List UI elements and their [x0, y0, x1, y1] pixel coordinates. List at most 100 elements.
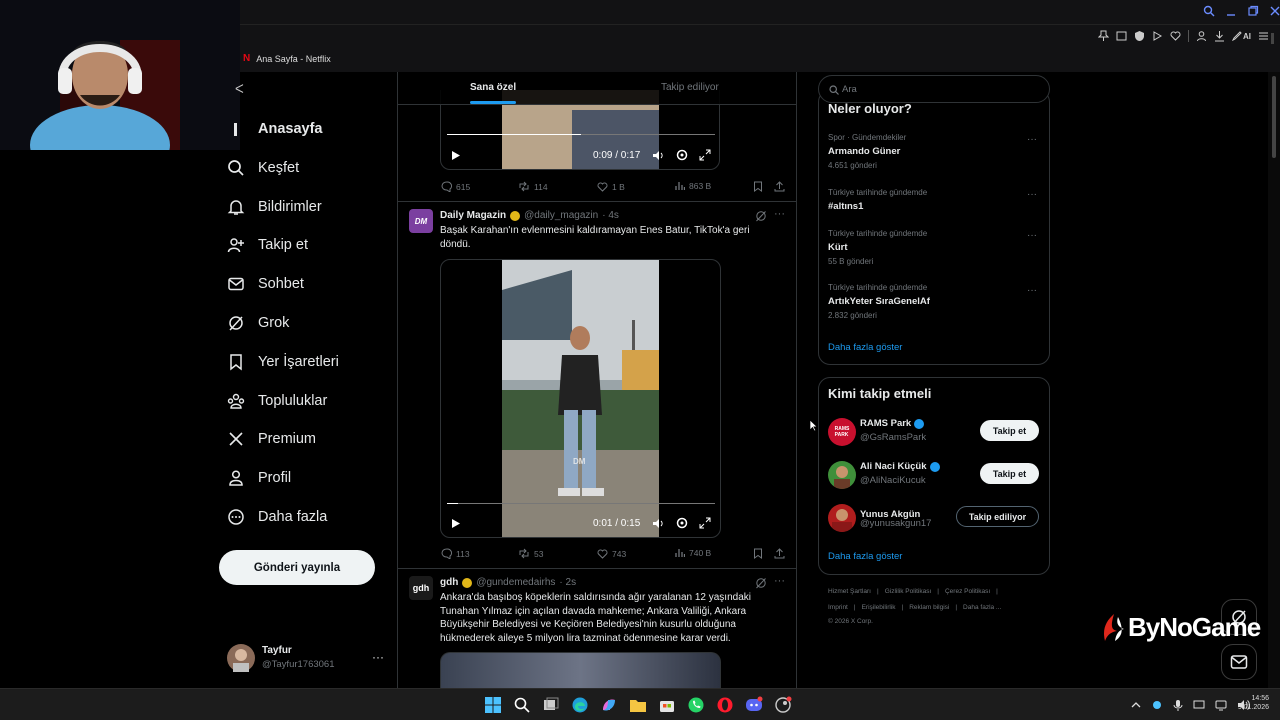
more-dots-icon[interactable]: ···: [1027, 189, 1037, 200]
nav-notifications[interactable]: Bildirimler: [222, 189, 392, 225]
edge-icon[interactable]: [571, 696, 589, 714]
footer-link[interactable]: Gizlilik Politikası: [885, 588, 932, 595]
nav-premium[interactable]: Premium: [222, 421, 392, 457]
chevron-up-icon[interactable]: [1131, 700, 1141, 710]
fullscreen-icon[interactable]: [699, 517, 711, 529]
post-button[interactable]: Gönderi yayınla: [219, 550, 375, 585]
play-icon[interactable]: [451, 150, 461, 161]
nav-explore[interactable]: Keşfet: [222, 150, 392, 186]
scrollbar[interactable]: [1268, 72, 1280, 688]
footer-link[interactable]: Reklam bilgisi: [909, 604, 949, 611]
nav-bookmarks[interactable]: Yer İşaretleri: [222, 344, 392, 380]
nav-grok[interactable]: Grok: [222, 305, 392, 341]
restore-icon[interactable]: [1247, 5, 1259, 17]
more-dots-icon[interactable]: ···: [1027, 230, 1037, 241]
network-icon[interactable]: [1215, 699, 1227, 711]
shield-icon[interactable]: [1134, 30, 1145, 42]
bookmark-icon[interactable]: [753, 548, 763, 559]
steam-icon[interactable]: [774, 696, 792, 714]
views-button[interactable]: 863 B: [675, 181, 711, 191]
footer-link[interactable]: Çerez Politikası: [945, 588, 990, 595]
share-icon[interactable]: [774, 548, 785, 559]
opera-icon[interactable]: [716, 696, 734, 714]
footer-link[interactable]: Daha fazla ...: [963, 604, 1001, 611]
nav-chat[interactable]: Sohbet: [222, 266, 392, 302]
grok-icon[interactable]: [755, 577, 767, 589]
show-more-link[interactable]: Daha fazla göster: [828, 551, 902, 562]
trend-item[interactable]: Spor · Gündemdekiler Armando Güner 4.651…: [828, 133, 906, 170]
follow-button[interactable]: Takip et: [980, 463, 1039, 484]
search-icon[interactable]: [1203, 5, 1215, 17]
tab-for-you[interactable]: Sana özel: [470, 82, 516, 93]
store-icon[interactable]: [658, 696, 676, 714]
search-icon[interactable]: [513, 696, 531, 714]
volume-icon[interactable]: [652, 518, 664, 529]
footer-link[interactable]: Hizmet Şartları: [828, 588, 871, 595]
views-button[interactable]: 740 B: [675, 548, 711, 558]
fullscreen-icon[interactable]: [699, 149, 711, 161]
nav-communities[interactable]: Topluluklar: [222, 383, 392, 419]
follow-button[interactable]: Takip et: [980, 420, 1039, 441]
volume-icon[interactable]: [652, 150, 664, 161]
discord-icon[interactable]: [745, 696, 763, 714]
avatar[interactable]: gdh: [409, 576, 433, 600]
play-icon[interactable]: [1152, 30, 1163, 42]
avatar[interactable]: DM: [409, 209, 433, 233]
like-button[interactable]: 743: [597, 548, 626, 559]
video-player[interactable]: DM 0:01 / 0:15: [440, 259, 721, 538]
reply-button[interactable]: 615: [441, 181, 470, 192]
browser-tab[interactable]: N Ana Sayfa - Netflix: [243, 53, 331, 64]
author-name[interactable]: Daily Magazin: [440, 210, 506, 221]
more-dots-icon[interactable]: ···: [1027, 134, 1037, 145]
bookmark-icon[interactable]: [753, 181, 763, 192]
tab-following[interactable]: Takip ediliyor: [661, 82, 719, 93]
windows-start-icon[interactable]: [484, 696, 502, 714]
account-switcher[interactable]: Tayfur @Tayfur1763061 ···: [227, 644, 387, 674]
menu-icon[interactable]: [1258, 30, 1269, 42]
share-icon[interactable]: [774, 181, 785, 192]
following-button[interactable]: Takip ediliyor: [956, 506, 1039, 527]
repost-button[interactable]: 114: [518, 181, 548, 192]
microphone-icon[interactable]: [1173, 699, 1183, 711]
more-dots-icon[interactable]: ···: [372, 650, 384, 664]
trend-item[interactable]: Türkiye tarihinde gündemde Kürt 55 B gön…: [828, 229, 927, 266]
author-handle[interactable]: @daily_magazin: [524, 210, 598, 221]
more-dots-icon[interactable]: ···: [1027, 285, 1037, 296]
pin-icon[interactable]: [1098, 30, 1109, 42]
clock[interactable]: 14:56 9.01.2026: [1229, 695, 1269, 711]
download-icon[interactable]: [1214, 30, 1225, 42]
progress-track[interactable]: [447, 134, 715, 135]
footer-link[interactable]: Imprint: [828, 604, 848, 611]
search-input[interactable]: Ara: [818, 75, 1050, 103]
settings-gear-icon[interactable]: [676, 149, 688, 161]
heart-icon[interactable]: [1170, 30, 1181, 42]
show-more-link[interactable]: Daha fazla göster: [828, 342, 902, 353]
profile-icon[interactable]: [1196, 30, 1207, 42]
trend-item[interactable]: Türkiye tarihinde gündemde #altıns1: [828, 188, 927, 212]
repost-button[interactable]: 53: [518, 548, 543, 559]
whatsapp-icon[interactable]: [687, 696, 705, 714]
more-dots-icon[interactable]: ···: [774, 575, 785, 587]
play-icon[interactable]: [451, 518, 461, 529]
display-icon[interactable]: [1193, 699, 1205, 711]
author-handle[interactable]: @gundemedairhs: [476, 577, 555, 588]
nav-more[interactable]: Daha fazla: [222, 499, 392, 535]
like-button[interactable]: 1 B: [597, 181, 625, 192]
nav-follow[interactable]: Takip et: [222, 227, 392, 263]
network-drive-icon[interactable]: [1151, 699, 1163, 711]
messages-float-button[interactable]: [1221, 644, 1257, 680]
nav-profile[interactable]: Profil: [222, 460, 392, 496]
copilot-icon[interactable]: [600, 696, 618, 714]
reply-button[interactable]: 113: [441, 548, 470, 559]
snapshot-icon[interactable]: [1116, 30, 1127, 42]
trend-item[interactable]: Türkiye tarihinde gündemde ArtıkYeter Sı…: [828, 283, 930, 320]
settings-gear-icon[interactable]: [676, 517, 688, 529]
tweet-media[interactable]: [440, 652, 721, 688]
nav-home[interactable]: Anasayfa: [222, 111, 392, 147]
more-dots-icon[interactable]: ···: [774, 208, 785, 220]
file-explorer-icon[interactable]: [629, 696, 647, 714]
grok-icon[interactable]: [755, 210, 767, 222]
progress-track[interactable]: [447, 503, 715, 504]
minimize-icon[interactable]: [1225, 5, 1237, 17]
footer-link[interactable]: Erişilebilirlik: [862, 604, 896, 611]
